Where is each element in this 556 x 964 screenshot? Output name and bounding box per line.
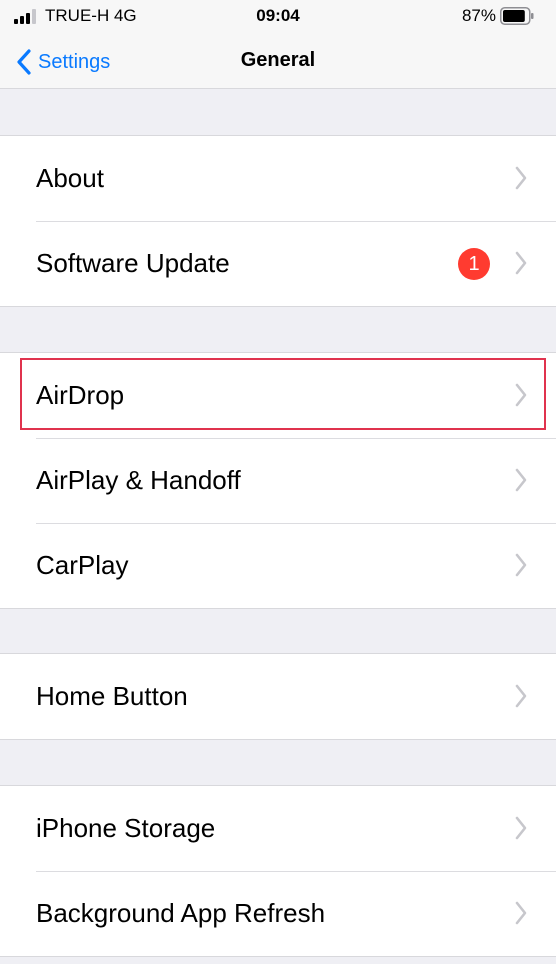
navigation-bar: Settings General (0, 36, 556, 89)
settings-group-2: AirDrop AirPlay & Handoff CarPlay (0, 352, 556, 609)
row-software-update[interactable]: Software Update 1 (0, 221, 556, 306)
settings-group-3: Home Button (0, 653, 556, 740)
row-label: CarPlay (36, 550, 129, 580)
row-label: AirDrop (36, 380, 125, 410)
row-carplay[interactable]: CarPlay (0, 523, 556, 608)
row-airdrop[interactable]: AirDrop (0, 353, 556, 438)
chevron-right-icon (515, 251, 527, 275)
row-label: Home Button (36, 681, 188, 711)
chevron-right-icon (515, 684, 527, 708)
row-background-app-refresh[interactable]: Background App Refresh (0, 871, 556, 956)
row-label: About (36, 163, 104, 193)
battery-icon (500, 7, 534, 25)
row-label: iPhone Storage (36, 813, 216, 843)
chevron-right-icon (515, 901, 527, 925)
row-label: AirPlay & Handoff (36, 465, 241, 495)
battery-percent: 87% (461, 6, 496, 25)
row-iphone-storage[interactable]: iPhone Storage (0, 786, 556, 871)
row-label: Background App Refresh (36, 898, 326, 928)
chevron-right-icon (515, 553, 527, 577)
settings-group-1: About Software Update 1 (0, 135, 556, 307)
chevron-right-icon (515, 468, 527, 492)
page-title: General (240, 49, 316, 71)
status-bar: TRUE-H 4G 09:04 87% (0, 0, 556, 36)
settings-group-4: iPhone Storage Background App Refresh (0, 785, 556, 957)
row-label: Software Update (36, 248, 230, 278)
row-home-button[interactable]: Home Button (0, 654, 556, 739)
chevron-right-icon (515, 816, 527, 840)
chevron-right-icon (515, 166, 527, 190)
chevron-right-icon (515, 383, 527, 407)
row-about[interactable]: About (0, 136, 556, 221)
notification-badge: 1 (458, 248, 490, 280)
row-airplay-handoff[interactable]: AirPlay & Handoff (0, 438, 556, 523)
